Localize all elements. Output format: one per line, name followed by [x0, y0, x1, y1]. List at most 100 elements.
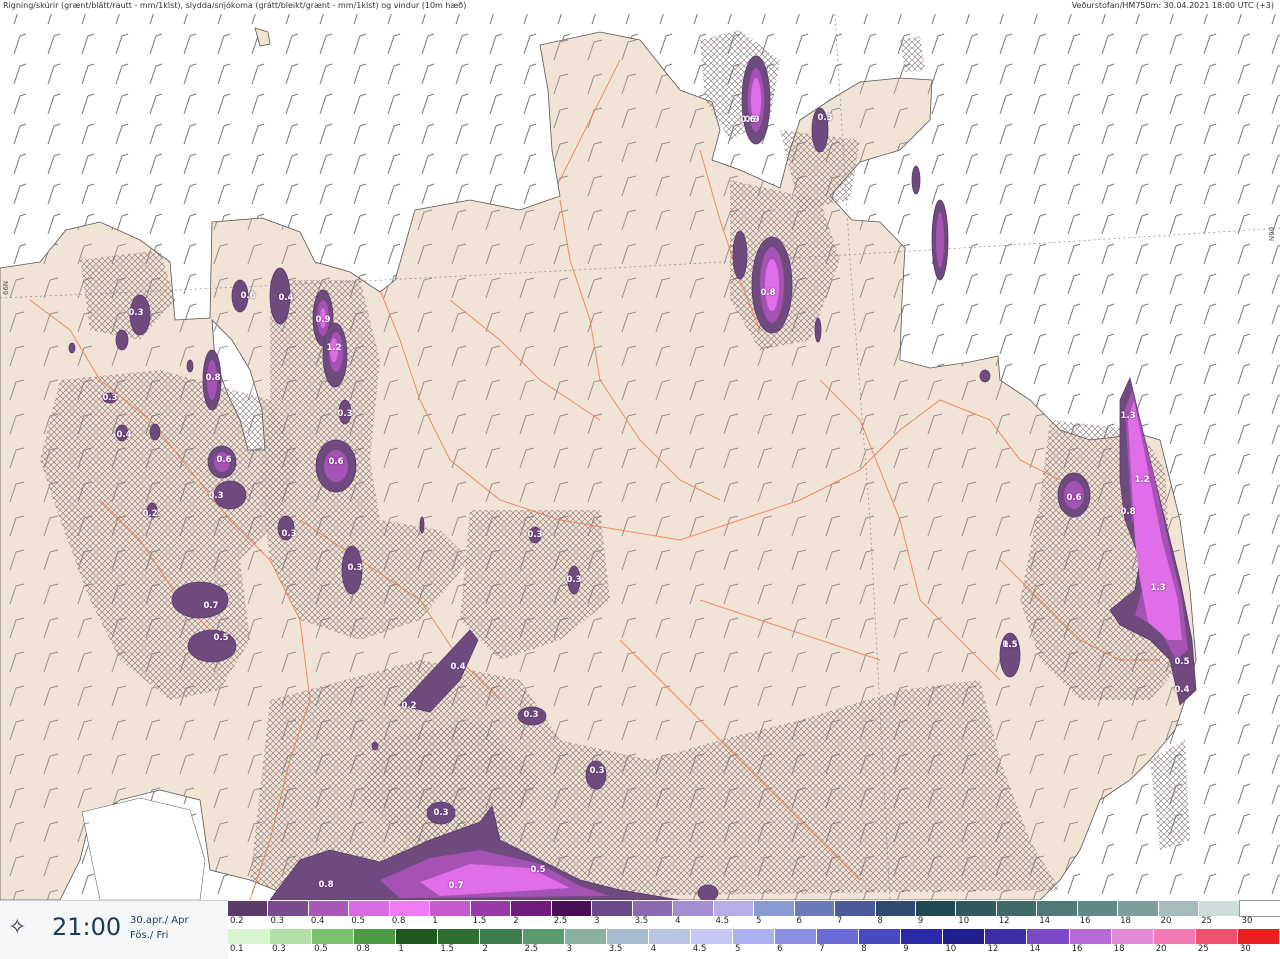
- legend-tick: 30: [1241, 916, 1253, 926]
- legend-tick: 25: [1201, 916, 1212, 926]
- precip-legend: 0.2 0.3 0.4 0.5 0.8 1 1.5 2 2.5 3 3.5 4 4.5 5 6 7 8 9 10 12…: [228, 900, 1280, 958]
- contour-value-label: 1.5: [1002, 640, 1018, 650]
- legend-swatch: [1238, 900, 1280, 917]
- legend-swatch: [396, 929, 439, 944]
- legend-swatch: [1077, 901, 1119, 916]
- contour-value-label: 0.3: [337, 409, 353, 419]
- wind-compass-icon[interactable]: ✧: [8, 915, 26, 940]
- contour-value-label: 0.8: [318, 880, 334, 890]
- contour-value-label: 0.3: [817, 113, 833, 123]
- contour-value-label: 1.3: [1150, 583, 1166, 593]
- legend-tick: 3: [566, 944, 573, 954]
- contour-value-label: 0.3: [347, 563, 363, 573]
- legend-swatch: [470, 901, 512, 916]
- legend-swatch: [1118, 901, 1159, 916]
- legend-tick: 16: [1079, 916, 1091, 926]
- contour-value-label: 1.3: [1120, 411, 1136, 421]
- legend-swatch: [270, 929, 313, 944]
- contour-value-label: 0.7: [448, 881, 464, 891]
- contour-value-label: 0.2: [142, 509, 158, 519]
- contour-value-label: 0.3: [566, 575, 582, 585]
- legend-swatch: [732, 929, 776, 944]
- legend-tick: 5: [734, 944, 741, 954]
- legend-swatch: [349, 901, 390, 916]
- legend-swatch: [268, 901, 309, 916]
- legend-swatch: [996, 901, 1038, 916]
- legend-tick: 4.5: [715, 916, 730, 926]
- map-title: Rigning/skúrir (grænt/blátt/rautt - mm/1…: [3, 1, 467, 10]
- contour-value-label: 0.4: [1174, 685, 1190, 695]
- contour-value-label: 0.8: [760, 288, 776, 298]
- legend-tick: 0.8: [356, 944, 370, 954]
- legend-tick: 8: [877, 916, 883, 926]
- legend-tick: 0.1: [230, 944, 244, 954]
- contour-value-label: 0.4: [450, 662, 466, 672]
- legend-swatch: [592, 901, 633, 916]
- legend-tick: 20: [1155, 944, 1167, 954]
- legend-tick: 1.5: [440, 944, 454, 954]
- legend-tick: 12: [998, 916, 1010, 926]
- legend-swatch: [438, 929, 481, 944]
- legend-tick: 8: [861, 944, 867, 954]
- legend-swatch: [1069, 929, 1112, 944]
- map-source-timestamp: Veðurstofan/HM750m: 30.04.2021 18:00 UTC…: [1071, 1, 1274, 10]
- legend-swatch: [1153, 929, 1196, 944]
- legend-tick: 4.5: [692, 944, 707, 954]
- legend-tick: 10: [958, 916, 970, 926]
- contour-value-label: 0.3: [527, 530, 543, 540]
- contour-value-label: 1.2: [326, 343, 342, 353]
- legend-tick: 14: [1029, 944, 1041, 954]
- contour-value-label: 0.6: [216, 455, 232, 465]
- legend-swatch: [835, 901, 876, 916]
- legend-tick: 12: [987, 944, 999, 954]
- legend-swatch: [875, 901, 916, 916]
- legend-swatch: [312, 929, 355, 944]
- legend-tick: 0.8: [391, 916, 406, 926]
- legend-swatch: [1199, 901, 1240, 916]
- rain-legend-bar: [228, 929, 1280, 944]
- legend-swatch: [308, 901, 350, 916]
- legend-tick: 6: [796, 916, 802, 926]
- legend-swatch: [1158, 901, 1200, 916]
- contour-value-label: 0.5: [1174, 657, 1190, 667]
- legend-swatch: [228, 929, 271, 944]
- legend-swatch: [859, 929, 902, 944]
- contour-value-label: 0.6: [240, 291, 256, 301]
- weather-map[interactable]: [0, 0, 1280, 958]
- legend-swatch: [354, 929, 397, 944]
- legend-swatch: [985, 929, 1028, 944]
- legend-tick: 14: [1039, 916, 1051, 926]
- contour-value-label: 0.3: [128, 308, 144, 318]
- contour-value-label: 0.6: [740, 115, 756, 125]
- legend-tick: 9: [903, 944, 909, 954]
- contour-value-label: 0.7: [203, 601, 219, 611]
- legend-swatch: [775, 929, 818, 944]
- legend-swatch: [1027, 929, 1070, 944]
- legend-swatch: [228, 901, 269, 916]
- legend-tick: 1: [432, 916, 438, 926]
- legend-swatch: [480, 929, 523, 944]
- contour-value-label: 0.3: [523, 710, 539, 720]
- contour-value-label: 0.2: [401, 701, 417, 711]
- legend-swatch: [673, 901, 714, 916]
- legend-swatch: [1237, 929, 1280, 944]
- forecast-date: 30.apr./ Apr: [130, 915, 189, 926]
- legend-swatch: [1111, 929, 1154, 944]
- contour-value-label: 0.9: [315, 315, 331, 325]
- legend-tick: 0.3: [272, 944, 286, 954]
- legend-swatch: [389, 901, 431, 916]
- legend-swatch: [754, 901, 795, 916]
- legend-tick: 30: [1239, 944, 1251, 954]
- legend-swatch: [1037, 901, 1078, 916]
- legend-tick: 6: [777, 944, 783, 954]
- contour-value-label: 0.3: [433, 808, 449, 818]
- contour-value-label: 0.3: [102, 393, 118, 403]
- legend-tick: 0.5: [351, 916, 365, 926]
- legend-tick: 3: [594, 916, 600, 926]
- legend-swatch: [606, 929, 649, 944]
- legend-tick: 0.2: [230, 916, 244, 926]
- legend-tick: 4: [675, 916, 681, 926]
- legend-tick: 3.5: [634, 916, 649, 926]
- legend-tick: 4: [650, 944, 657, 954]
- legend-swatch: [915, 901, 957, 916]
